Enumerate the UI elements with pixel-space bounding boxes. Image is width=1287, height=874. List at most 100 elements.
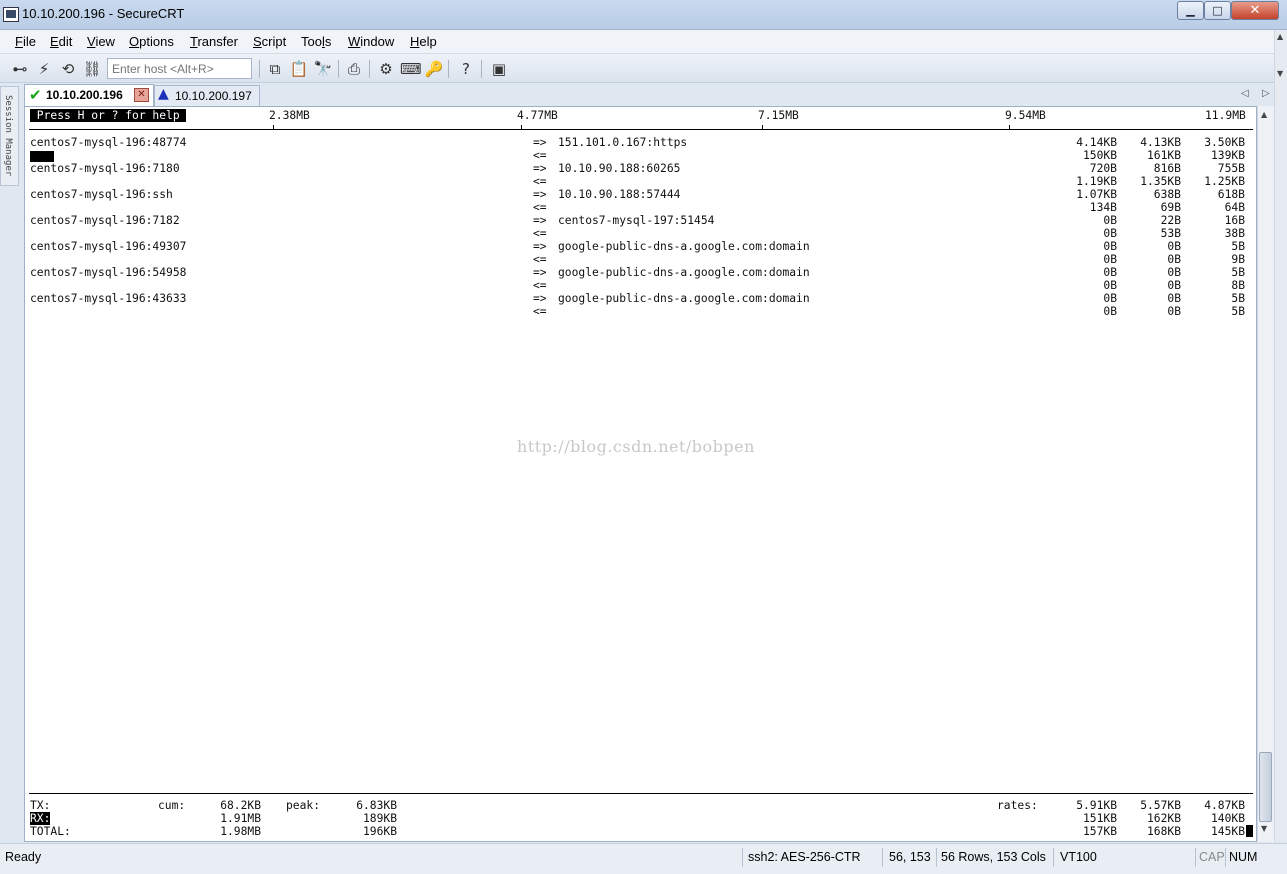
maximize-button[interactable]: □ <box>1204 1 1231 20</box>
status-separator <box>936 848 937 867</box>
toolbar-separator <box>481 60 482 78</box>
tab-label: 10.10.200.197 <box>175 89 252 103</box>
connection-destination: google-public-dns-a.google.com:domain <box>558 292 810 305</box>
minimize-button[interactable]: ▁ <box>1177 1 1204 20</box>
scrollbar-thumb[interactable] <box>1259 752 1272 822</box>
rate-in-value: 64B <box>1224 201 1245 214</box>
title-bar[interactable]: 10.10.200.196 - SecureCRT ▁ □ ✕ <box>0 0 1287 30</box>
rx-rate: 140KB <box>1210 812 1245 825</box>
paste-icon[interactable]: 📋 <box>289 59 309 79</box>
terminal-screen[interactable]: Press H or ? for help 2.38MB 4.77MB 7.15… <box>24 106 1257 842</box>
terminal-scrollbar[interactable] <box>1257 106 1274 842</box>
securecrt-app-icon[interactable] <box>3 7 19 22</box>
tab-session-196[interactable]: ✔ 10.10.200.196 ✕ <box>24 84 154 106</box>
scroll-up-arrow-icon[interactable]: ▲ <box>1277 32 1283 41</box>
scroll-down-arrow-icon[interactable]: ▼ <box>1261 824 1267 833</box>
menu-view[interactable]: View <box>87 34 115 49</box>
menu-script[interactable]: Script <box>253 34 286 49</box>
menu-file[interactable]: File <box>15 34 36 49</box>
status-bar: Ready ssh2: AES-256-CTR 56, 153 56 Rows,… <box>0 843 1287 874</box>
rate-in-value: 69B <box>1160 201 1181 214</box>
rate-in-value: 1.25KB <box>1204 175 1245 188</box>
rate-in-value: 0B <box>1103 279 1117 292</box>
rate-in-value: 0B <box>1167 253 1181 266</box>
status-ready: Ready <box>5 850 42 864</box>
menu-bar: File Edit View Options Transfer Script T… <box>0 30 1287 54</box>
status-caps-lock: CAP <box>1199 850 1225 864</box>
tab-label: 10.10.200.196 <box>46 88 123 102</box>
direction-out-arrow: => <box>533 240 547 253</box>
menu-options[interactable]: Options <box>129 34 174 49</box>
reconnect-icon[interactable]: ⟲ <box>58 59 78 79</box>
menu-script-label: cript <box>261 34 287 49</box>
direction-out-arrow: => <box>533 292 547 305</box>
connection-destination: google-public-dns-a.google.com:domain <box>558 266 810 279</box>
connection-source: centos7-mysql-196:43633 <box>30 292 187 305</box>
tab-scroll-right-icon[interactable]: ▷ <box>1262 88 1270 99</box>
rate-in-value: 1.35KB <box>1140 175 1181 188</box>
menu-tools[interactable]: Tools <box>301 34 331 49</box>
menu-help[interactable]: Help <box>410 34 437 49</box>
host-input[interactable] <box>107 58 252 79</box>
disconnect-icon[interactable]: ⛓ <box>82 59 102 79</box>
total-peak: 196KB <box>362 825 397 838</box>
tab-session-197[interactable]: ▲ 10.10.200.197 <box>154 85 260 106</box>
rate-out-value: 816B <box>1153 162 1181 175</box>
connection-source: centos7-mysql-196:7180 <box>30 162 180 175</box>
direction-in-arrow: <= <box>533 175 547 188</box>
menu-window[interactable]: Window <box>348 34 394 49</box>
rx-peak: 189KB <box>362 812 397 825</box>
scroll-down-arrow-icon[interactable]: ▼ <box>1277 69 1283 78</box>
status-separator <box>1053 848 1054 867</box>
settings-icon[interactable]: ⚙ <box>376 59 396 79</box>
direction-in-arrow: <= <box>533 305 547 318</box>
rate-in-value: 8B <box>1231 279 1245 292</box>
rate-in-value: 0B <box>1103 227 1117 240</box>
terminal-selection-block <box>30 151 54 162</box>
direction-in-arrow: <= <box>533 253 547 266</box>
quick-connect-icon[interactable]: ⚡ <box>34 59 54 79</box>
print-icon[interactable]: ⎙ <box>344 59 364 79</box>
help-icon[interactable]: ? <box>456 59 476 79</box>
status-emulation: VT100 <box>1060 850 1097 864</box>
connect-icon[interactable]: ⊷ <box>10 59 30 79</box>
menu-transfer[interactable]: Transfer <box>190 34 238 49</box>
rate-in-value: 0B <box>1103 253 1117 266</box>
tx-peak: 6.83KB <box>356 799 397 812</box>
rate-out-value: 5B <box>1231 240 1245 253</box>
copy-icon[interactable]: ⧉ <box>265 59 285 79</box>
close-button[interactable]: ✕ <box>1231 1 1279 20</box>
rate-out-value: 0B <box>1103 292 1117 305</box>
menu-edit[interactable]: Edit <box>50 34 72 49</box>
watermark: http://blog.csdn.net/bobpen <box>517 437 755 456</box>
outer-scrollbar[interactable] <box>1274 30 1287 841</box>
session-icon[interactable]: ▣ <box>489 59 509 79</box>
total-rate: 157KB <box>1082 825 1117 838</box>
tx-rate: 4.87KB <box>1204 799 1245 812</box>
scale-label: 2.38MB <box>269 109 310 122</box>
connection-source: centos7-mysql-196:48774 <box>30 136 187 149</box>
rate-out-value: 618B <box>1217 188 1245 201</box>
direction-in-arrow: <= <box>533 279 547 292</box>
status-separator <box>742 848 743 867</box>
rate-out-value: 0B <box>1167 266 1181 279</box>
direction-out-arrow: => <box>533 188 547 201</box>
total-cum: 1.98MB <box>220 825 261 838</box>
scroll-up-arrow-icon[interactable]: ▲ <box>1261 110 1267 119</box>
keymap-icon[interactable]: ⌨ <box>400 59 422 79</box>
status-terminal-size: 56 Rows, 153 Cols <box>941 850 1046 864</box>
find-icon[interactable]: 🔭 <box>313 59 333 79</box>
total-rate: 168KB <box>1146 825 1181 838</box>
session-manager-tab[interactable]: Session Manager <box>0 86 19 186</box>
rate-in-value: 0B <box>1103 305 1117 318</box>
connection-destination: 10.10.90.188:60265 <box>558 162 681 175</box>
sftp-icon[interactable]: 🔑 <box>424 59 444 79</box>
direction-out-arrow: => <box>533 266 547 279</box>
rx-cum: 1.91MB <box>220 812 261 825</box>
direction-in-arrow: <= <box>533 227 547 240</box>
tab-scroll-left-icon[interactable]: ◁ <box>1241 88 1249 99</box>
direction-out-arrow: => <box>533 136 547 149</box>
close-tab-icon[interactable]: ✕ <box>134 88 149 102</box>
menu-edit-label: dit <box>58 34 73 49</box>
status-protocol: ssh2: AES-256-CTR <box>748 850 861 864</box>
